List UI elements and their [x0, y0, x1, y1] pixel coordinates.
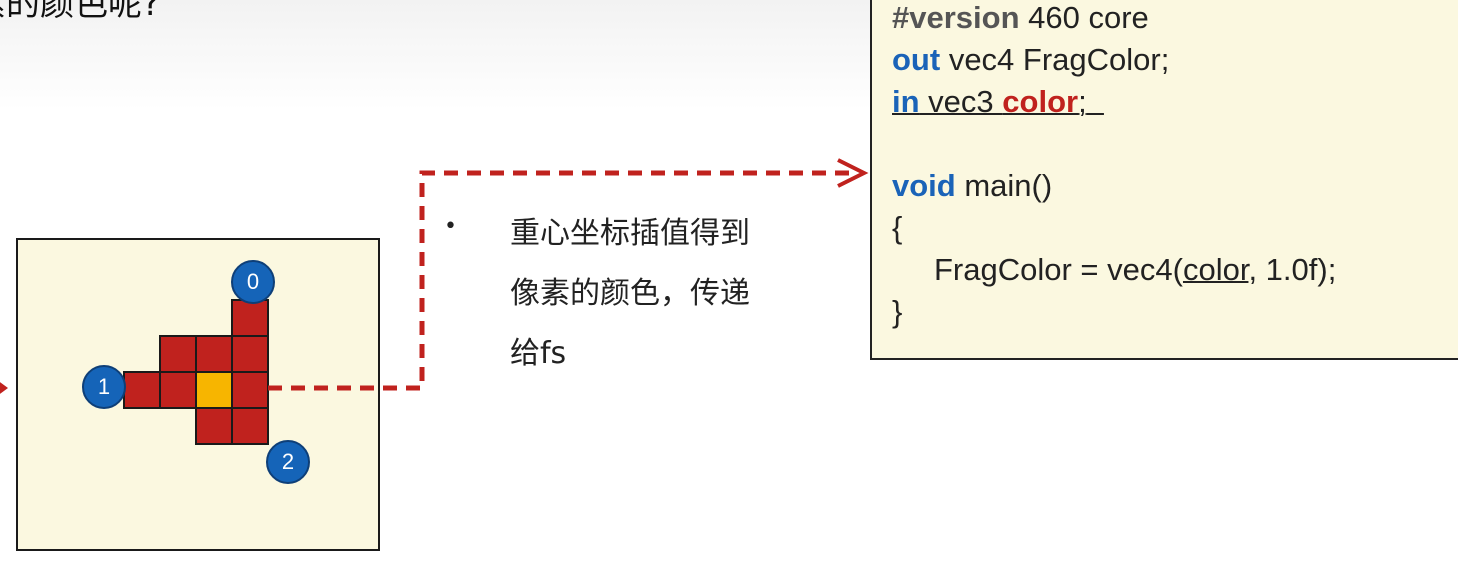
- preprocessor-token: #version: [892, 0, 1020, 35]
- variable-token: color: [1002, 84, 1079, 119]
- code-line-out: out vec4 FragColor;: [892, 42, 1170, 77]
- keyword-token: in: [892, 84, 920, 119]
- keyword-token: out: [892, 42, 941, 77]
- code-line-in: in vec3 color;: [892, 84, 1087, 119]
- code-line-open-brace: {: [892, 210, 903, 245]
- keyword-token: void: [892, 168, 956, 203]
- shader-code-panel: #version 460 core out vec4 FragColor; in…: [870, 0, 1458, 360]
- variable-token: color: [1182, 252, 1249, 287]
- code-line-close-brace: }: [892, 294, 903, 329]
- bullet-text: 重心坐标插值得到 像素的颜色，传递 给fs: [510, 216, 750, 371]
- code-line-version: #version 460 core: [892, 0, 1149, 35]
- bullet-marker: •: [444, 214, 457, 239]
- code-line-main: void main(): [892, 168, 1053, 203]
- code-line-fragcolor: FragColor = vec4(color, 1.0f);: [934, 252, 1337, 287]
